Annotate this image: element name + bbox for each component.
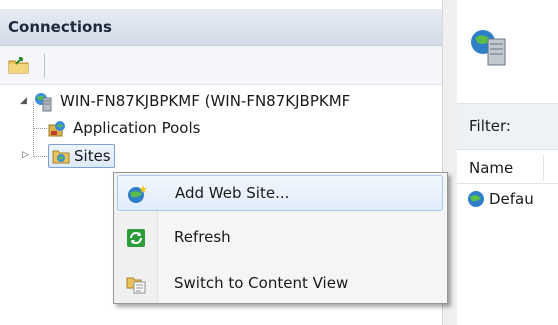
connections-title: Connections bbox=[8, 18, 112, 36]
menu-item-add-web-site[interactable]: Add Web Site... bbox=[117, 175, 443, 211]
tree-line bbox=[33, 128, 47, 129]
server-icon bbox=[34, 92, 52, 112]
folder-connect-icon[interactable] bbox=[8, 55, 30, 75]
menu-item-label: Switch to Content View bbox=[174, 274, 349, 292]
column-divider[interactable] bbox=[543, 155, 544, 181]
application-pools-label: Application Pools bbox=[73, 119, 201, 137]
grid-header: Name bbox=[457, 153, 558, 184]
globe-icon bbox=[467, 190, 485, 208]
sites-selection[interactable]: Sites bbox=[48, 144, 115, 168]
sites-label: Sites bbox=[74, 147, 111, 165]
server-node-label: WIN-FN87KJBPKMF (WIN-FN87KJBPKMF bbox=[60, 92, 351, 110]
refresh-icon bbox=[126, 228, 146, 248]
filter-bar: Filter: bbox=[457, 103, 558, 150]
app-pools-icon bbox=[47, 119, 67, 139]
tree-line bbox=[33, 156, 47, 157]
context-menu: Add Web Site... Refresh Switch to Conten bbox=[113, 172, 448, 304]
connections-header: Connections bbox=[0, 9, 442, 46]
sites-folder-icon bbox=[52, 147, 70, 165]
main-pane: Filter: Name Defau bbox=[457, 0, 558, 325]
table-row[interactable]: Defau bbox=[457, 186, 558, 212]
collapse-arrow-icon[interactable]: ◢ bbox=[20, 96, 27, 106]
connections-toolbar bbox=[0, 46, 442, 85]
content-view-icon bbox=[126, 274, 146, 294]
row-name: Defau bbox=[489, 190, 534, 208]
column-header-name[interactable]: Name bbox=[469, 159, 513, 177]
menu-item-switch-to-content-view[interactable]: Switch to Content View bbox=[117, 266, 443, 302]
toolbar-separator bbox=[44, 54, 45, 78]
menu-item-label: Add Web Site... bbox=[175, 184, 290, 202]
menu-item-refresh[interactable]: Refresh bbox=[117, 220, 443, 256]
filter-label: Filter: bbox=[469, 117, 511, 135]
menu-item-label: Refresh bbox=[174, 228, 231, 246]
server-icon bbox=[469, 27, 509, 67]
add-web-site-icon bbox=[127, 184, 147, 204]
expand-arrow-icon[interactable]: ▷ bbox=[22, 150, 29, 160]
